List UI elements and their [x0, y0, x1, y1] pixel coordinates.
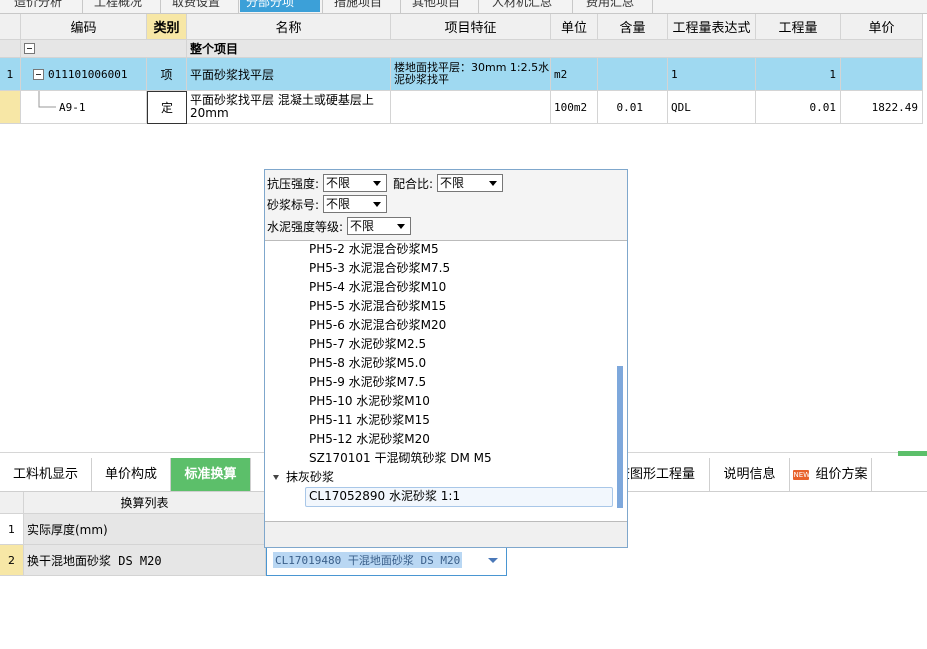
vertical-scrollbar[interactable] [617, 366, 623, 508]
row-feature[interactable]: 楼地面找平层：30mm 1:2.5水泥砂浆找平 [391, 58, 551, 91]
row-unit[interactable]: 100m2 [551, 91, 598, 124]
collapse-icon[interactable] [33, 68, 44, 80]
list-item[interactable]: PH5-12 水泥砂浆M20 [309, 430, 430, 449]
popup-footer [265, 521, 627, 547]
conversion-row-mortar[interactable]: 换干混地面砂浆 DS M20 [24, 545, 266, 576]
row-number: 2 [0, 545, 24, 576]
cement-grade-label: 水泥强度等级: [267, 220, 344, 234]
tab-standard-conversion[interactable]: 标准换算 [171, 458, 251, 491]
material-tree: PH5-2 水泥混合砂浆M5 PH5-3 水泥混合砂浆M7.5 PH5-4 水泥… [265, 241, 627, 521]
header-type[interactable]: 类别 [147, 14, 187, 40]
row-unit-price[interactable] [841, 58, 923, 91]
tab-measures[interactable]: 措施项目 [334, 0, 382, 12]
header-code[interactable]: 编码 [21, 14, 147, 40]
row-quantity[interactable]: 1 [756, 58, 841, 91]
list-item[interactable]: PH5-10 水泥砂浆M10 [309, 392, 430, 411]
row-number: 1 [0, 58, 21, 91]
tab-other-items[interactable]: 其他项目 [412, 0, 460, 12]
ratio-select[interactable]: 不限 [437, 174, 503, 192]
tab-unit-price-composition[interactable]: 单价构成 [92, 458, 171, 491]
list-item[interactable]: PH5-6 水泥混合砂浆M20 [309, 316, 446, 335]
expand-triangle-icon[interactable] [273, 475, 279, 480]
row-quantity[interactable]: 0.01 [756, 91, 841, 124]
list-item[interactable]: PH5-8 水泥砂浆M5.0 [309, 354, 426, 373]
row-name[interactable]: 平面砂浆找平层 混凝土或硬基层上 20mm [187, 91, 391, 124]
list-item[interactable]: PH5-4 水泥混合砂浆M10 [309, 278, 446, 297]
row-content[interactable] [598, 58, 668, 91]
mortar-grade-select[interactable]: 不限 [323, 195, 387, 213]
row-content[interactable]: 0.01 [598, 91, 668, 124]
strength-label: 抗压强度: [267, 177, 320, 191]
row-unit-price[interactable]: 1822.49 [841, 91, 923, 124]
header-expression[interactable]: 工程量表达式 [668, 14, 756, 40]
ratio-label: 配合比: [393, 177, 434, 191]
tab-project-overview[interactable]: 工程概况 [94, 0, 142, 12]
tree-line-icon [38, 91, 56, 108]
row-type[interactable]: 定 [147, 91, 187, 124]
tab-description[interactable]: 说明信息 [710, 458, 790, 491]
tab-labor-material-summary[interactable]: 人材机汇总 [492, 0, 552, 12]
header-feature[interactable]: 项目特征 [391, 14, 551, 40]
collapse-icon[interactable] [24, 43, 35, 54]
conversion-row-thickness[interactable]: 实际厚度(mm) [24, 514, 266, 545]
list-item[interactable]: PH5-3 水泥混合砂浆M7.5 [309, 259, 450, 278]
row-number [0, 91, 21, 124]
header-name[interactable]: 名称 [187, 14, 391, 40]
header-unit-price[interactable]: 单价 [841, 14, 923, 40]
filter-panel: 抗压强度: 不限 配合比: 不限 砂浆标号: 不限 水泥强度等级: 不限 [265, 170, 627, 241]
list-item[interactable]: PH5-9 水泥砂浆M7.5 [309, 373, 426, 392]
chevron-down-icon[interactable] [488, 558, 498, 563]
row-name[interactable]: 平面砂浆找平层 [187, 58, 391, 91]
cement-grade-select[interactable]: 不限 [347, 217, 411, 235]
tab-fee-summary[interactable]: 费用汇总 [586, 0, 634, 12]
row-unit[interactable]: m2 [551, 58, 598, 91]
group-row-name[interactable]: 整个项目 [187, 40, 923, 58]
row-expression[interactable]: 1 [668, 58, 756, 91]
combo-value: CL17019480 干混地面砂浆 DS M20 [273, 552, 463, 568]
tab-sub-items[interactable]: 分部分项 [240, 0, 320, 12]
list-item[interactable]: SZ170101 干混砌筑砂浆 DM M5 [309, 449, 492, 468]
tab-labor-material-display[interactable]: 工料机显示 [0, 458, 92, 491]
row-code: A9-1 [59, 100, 86, 114]
row-type[interactable]: 项 [147, 58, 187, 91]
row-feature[interactable] [391, 91, 551, 124]
list-item[interactable]: PH5-7 水泥砂浆M2.5 [309, 335, 426, 354]
tab-cost-analysis[interactable]: 造价分析 [14, 0, 62, 12]
top-tab-strip: 造价分析 工程概况 取费设置 分部分项 措施项目 其他项目 人材机汇总 费用汇总 [0, 0, 927, 14]
tab-fee-setting[interactable]: 取费设置 [172, 0, 220, 12]
list-item[interactable]: PH5-2 水泥混合砂浆M5 [309, 241, 439, 259]
list-item-selected[interactable]: CL17052890 水泥砂浆 1:1 [309, 487, 460, 506]
header-content[interactable]: 含量 [598, 14, 668, 40]
header-quantity[interactable]: 工程量 [756, 14, 841, 40]
strength-select[interactable]: 不限 [323, 174, 387, 192]
row-number: 1 [0, 514, 24, 545]
mortar-grade-label: 砂浆标号: [267, 198, 320, 212]
new-badge-icon: NEW [793, 469, 811, 480]
header-unit[interactable]: 单位 [551, 14, 598, 40]
header-corner [0, 14, 21, 40]
tab-pricing-plan[interactable]: NEW 组价方案 [790, 458, 872, 491]
list-item[interactable]: PH5-5 水泥混合砂浆M15 [309, 297, 446, 316]
conversion-header: 换算列表 [24, 492, 266, 514]
tree-group-plaster-mortar[interactable]: 抹灰砂浆 [273, 468, 334, 487]
row-expression[interactable]: QDL [668, 91, 756, 124]
list-item[interactable]: PH5-11 水泥砂浆M15 [309, 411, 430, 430]
material-dropdown-popup[interactable]: 抗压强度: 不限 配合比: 不限 砂浆标号: 不限 水泥强度等级: 不限 PH5… [264, 169, 628, 548]
row-code: 011101006001 [48, 67, 128, 81]
mortar-combo-box[interactable]: CL17019480 干混地面砂浆 DS M20 [266, 544, 507, 576]
